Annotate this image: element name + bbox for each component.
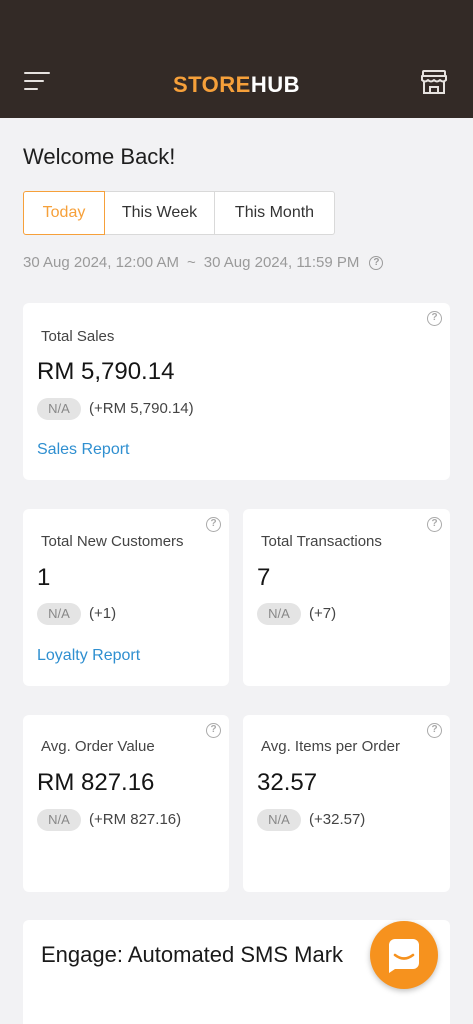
storehub-logo: STOREHUB <box>172 72 301 97</box>
engage-title: Engage: Automated SMS Mark <box>41 942 344 967</box>
status-badge: N/A <box>257 603 301 625</box>
card-label: Avg. Items per Order <box>261 738 400 755</box>
help-icon[interactable]: ? <box>427 311 442 326</box>
card-change: (+7) <box>309 605 337 622</box>
help-icon[interactable]: ? <box>206 723 221 738</box>
date-range: 30 Aug 2024, 12:00 AM ~ 30 Aug 2024, 11:… <box>23 254 384 271</box>
chat-icon <box>389 939 419 973</box>
card-change: (+RM 827.16) <box>89 811 182 828</box>
date-range-end: 30 Aug 2024, 11:59 PM <box>203 254 360 271</box>
period-tabs: Today This Week This Month <box>23 191 335 235</box>
status-badge: N/A <box>37 398 81 420</box>
card-value: RM 827.16 <box>37 769 155 796</box>
welcome-heading: Welcome Back! <box>23 144 176 169</box>
card-label: Total Sales <box>41 328 115 345</box>
date-range-separator: ~ <box>186 254 196 271</box>
status-badge: N/A <box>257 809 301 831</box>
status-badge: N/A <box>37 809 81 831</box>
loyalty-report-link[interactable]: Loyalty Report <box>37 647 140 665</box>
app-header: STOREHUB <box>0 0 473 118</box>
avg-items-card: ? Avg. Items per Order 32.57 N/A (+32.57… <box>243 715 450 892</box>
tab-this-week[interactable]: This Week <box>105 191 215 235</box>
date-range-start: 30 Aug 2024, 12:00 AM <box>23 254 179 271</box>
card-value: 32.57 <box>257 769 318 796</box>
card-label: Avg. Order Value <box>41 738 155 755</box>
card-value: 1 <box>37 564 51 591</box>
help-icon[interactable]: ? <box>427 517 442 532</box>
card-label: Total Transactions <box>261 533 382 550</box>
card-change: (+RM 5,790.14) <box>89 400 194 417</box>
card-change: (+1) <box>89 605 117 622</box>
avg-order-value-card: ? Avg. Order Value RM 827.16 N/A (+RM 82… <box>23 715 229 892</box>
card-value: RM 5,790.14 <box>37 358 175 385</box>
tab-this-month[interactable]: This Month <box>215 191 335 235</box>
help-icon[interactable]: ? <box>427 723 442 738</box>
card-value: 7 <box>257 564 271 591</box>
total-sales-card: ? Total Sales RM 5,790.14 N/A (+RM 5,790… <box>23 303 450 480</box>
chat-button[interactable] <box>370 921 438 989</box>
card-change: (+32.57) <box>309 811 366 828</box>
transactions-card: ? Total Transactions 7 N/A (+7) <box>243 509 450 686</box>
storefront-icon[interactable] <box>419 68 449 96</box>
status-badge: N/A <box>37 603 81 625</box>
new-customers-card: ? Total New Customers 1 N/A (+1) Loyalty… <box>23 509 229 686</box>
help-icon[interactable]: ? <box>206 517 221 532</box>
tab-today[interactable]: Today <box>23 191 105 235</box>
sales-report-link[interactable]: Sales Report <box>37 441 130 459</box>
help-icon[interactable]: ? <box>369 255 384 270</box>
card-label: Total New Customers <box>41 533 184 550</box>
